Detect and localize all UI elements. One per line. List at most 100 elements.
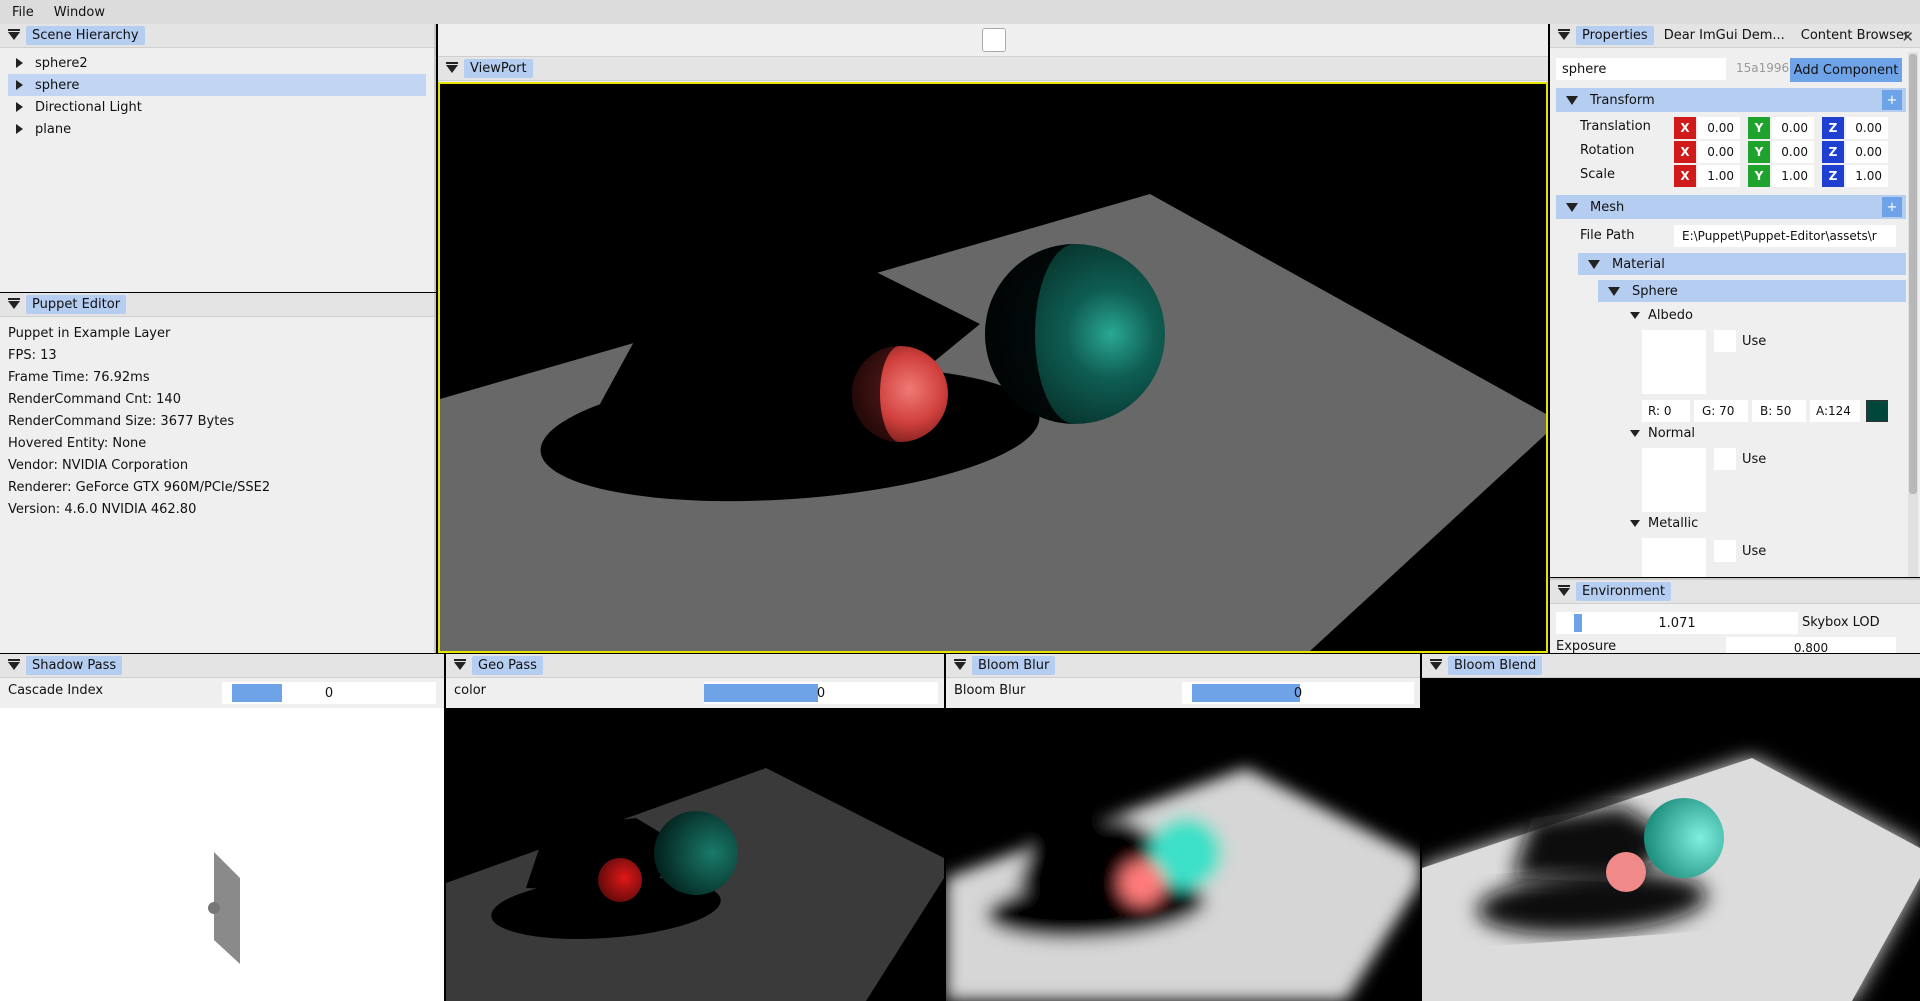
panel-menu-icon[interactable] [1430,658,1442,670]
panel-menu-icon[interactable] [954,658,966,670]
translation-x-field[interactable]: 0.00 [1698,117,1740,139]
albedo-texture-slot[interactable] [1642,330,1706,394]
menu-window[interactable]: Window [44,5,115,20]
info-version: Version: 4.6.0 NVIDIA 462.80 [8,502,197,517]
expand-arrow-icon[interactable] [16,102,23,112]
info-render-size: RenderCommand Size: 3677 Bytes [8,414,235,429]
scale-y-button[interactable]: Y [1748,165,1770,187]
normal-label: Normal [1648,426,1696,441]
mesh-add-button[interactable]: + [1882,197,1902,217]
tree-item-sphere[interactable]: sphere [8,74,426,96]
entity-name-input[interactable]: sphere [1556,58,1726,80]
skybox-lod-grab[interactable] [1574,614,1582,632]
translation-z-button[interactable]: Z [1822,117,1844,139]
normal-use-checkbox[interactable] [1714,448,1736,470]
expand-arrow-icon[interactable] [16,58,23,68]
panel-menu-icon[interactable] [454,658,466,670]
translation-z-field[interactable]: 0.00 [1846,117,1888,139]
tab-imgui-demo[interactable]: Dear ImGui Dem... [1658,26,1791,45]
tab-shadow-pass[interactable]: Shadow Pass [26,656,123,675]
scale-z-field[interactable]: 1.00 [1846,165,1888,187]
tab-bloom-blur[interactable]: Bloom Blur [972,656,1056,675]
scene-hierarchy-titlebar: Scene Hierarchy [0,24,434,48]
translation-y-button[interactable]: Y [1748,117,1770,139]
expand-arrow-icon[interactable] [16,80,23,90]
info-layer: Puppet in Example Layer [8,326,171,341]
puppet-editor-panel: Puppet Editor Puppet in Example Layer FP… [0,293,436,653]
environment-titlebar: Environment [1550,580,1920,604]
tree-item-sphere2[interactable]: sphere2 [0,52,434,74]
albedo-g-field[interactable]: G: 70 [1694,400,1748,422]
collapse-arrow-icon[interactable] [1630,430,1640,437]
cascade-index-slider[interactable]: 0 [222,682,436,704]
slider-grab[interactable] [704,684,818,702]
collapse-arrow-icon[interactable] [1630,312,1640,319]
panel-menu-icon[interactable] [1558,584,1570,596]
panel-menu-icon[interactable] [8,28,20,40]
sphere-material-header[interactable]: Sphere [1598,280,1906,302]
rotation-z-field[interactable]: 0.00 [1846,141,1888,163]
info-renderer: Renderer: GeForce GTX 960M/PCIe/SSE2 [8,480,271,495]
panel-menu-icon[interactable] [8,297,20,309]
properties-panel: Properties Dear ImGui Dem... Content Bro… [1550,24,1920,577]
albedo-use-label: Use [1742,334,1767,349]
skybox-lod-slider[interactable]: 1.071 [1556,612,1798,634]
material-header[interactable]: Material [1578,253,1906,275]
panel-menu-icon[interactable] [1558,28,1570,40]
tab-content-browser[interactable]: Content Browser [1795,26,1916,45]
properties-scroll-thumb[interactable] [1909,54,1917,494]
add-component-button[interactable]: Add Component [1790,58,1902,82]
scale-x-button[interactable]: X [1674,165,1696,187]
metallic-use-checkbox[interactable] [1714,540,1736,562]
tree-item-plane[interactable]: plane [0,118,434,140]
scene-hierarchy-panel: Scene Hierarchy sphere2 sphere Direction… [0,24,436,292]
rotation-y-field[interactable]: 0.00 [1772,141,1814,163]
expand-arrow-icon[interactable] [16,124,23,134]
panel-menu-icon[interactable] [446,61,458,73]
rotation-x-button[interactable]: X [1674,141,1696,163]
bloom-blur-slider[interactable]: 0 [1182,682,1414,704]
scale-y-field[interactable]: 1.00 [1772,165,1814,187]
tab-geo-pass[interactable]: Geo Pass [472,656,543,675]
albedo-use-checkbox[interactable] [1714,330,1736,352]
tab-bloom-blend[interactable]: Bloom Blend [1448,656,1543,675]
tree-item-directional-light[interactable]: Directional Light [0,96,434,118]
translation-x-button[interactable]: X [1674,117,1696,139]
panel-menu-icon[interactable] [8,658,20,670]
collapse-arrow-icon [1608,286,1620,296]
file-path-input[interactable]: E:\Puppet\Puppet-Editor\assets\r [1674,225,1896,247]
slider-grab[interactable] [232,684,282,702]
color-slider[interactable]: 0 [704,682,938,704]
mesh-header[interactable]: Mesh + [1556,195,1906,219]
properties-scrollbar[interactable] [1908,52,1918,577]
albedo-a-field[interactable]: A:124 [1810,400,1860,422]
close-icon[interactable]: ✕ [1901,28,1914,46]
tab-properties[interactable]: Properties [1576,26,1654,45]
scale-x-field[interactable]: 1.00 [1698,165,1740,187]
rotation-x-field[interactable]: 0.00 [1698,141,1740,163]
viewport-canvas[interactable] [438,82,1548,653]
translation-y-field[interactable]: 0.00 [1772,117,1814,139]
tab-scene-hierarchy[interactable]: Scene Hierarchy [26,26,145,45]
albedo-r-field[interactable]: R: 0 [1642,400,1690,422]
scale-z-button[interactable]: Z [1822,165,1844,187]
tab-puppet-editor[interactable]: Puppet Editor [26,295,127,314]
rotation-y-button[interactable]: Y [1748,141,1770,163]
transform-add-button[interactable]: + [1882,90,1902,110]
albedo-color-swatch[interactable] [1866,400,1888,422]
normal-texture-slot[interactable] [1642,448,1706,512]
bloom-blend-titlebar: Bloom Blend [1422,654,1920,678]
color-label: color [454,683,487,698]
albedo-b-field[interactable]: B: 50 [1752,400,1806,422]
rotation-z-button[interactable]: Z [1822,141,1844,163]
exposure-slider[interactable]: 0.800 [1726,637,1896,653]
bloom-blur-render [946,768,1420,1001]
play-button[interactable] [982,28,1006,52]
menu-file[interactable]: File [0,5,44,20]
collapse-arrow-icon[interactable] [1630,520,1640,527]
slider-grab[interactable] [1192,684,1300,702]
tab-environment[interactable]: Environment [1576,582,1672,601]
transform-header[interactable]: Transform + [1556,88,1906,112]
tab-viewport[interactable]: ViewPort [464,59,533,78]
metallic-texture-slot[interactable] [1642,538,1706,577]
